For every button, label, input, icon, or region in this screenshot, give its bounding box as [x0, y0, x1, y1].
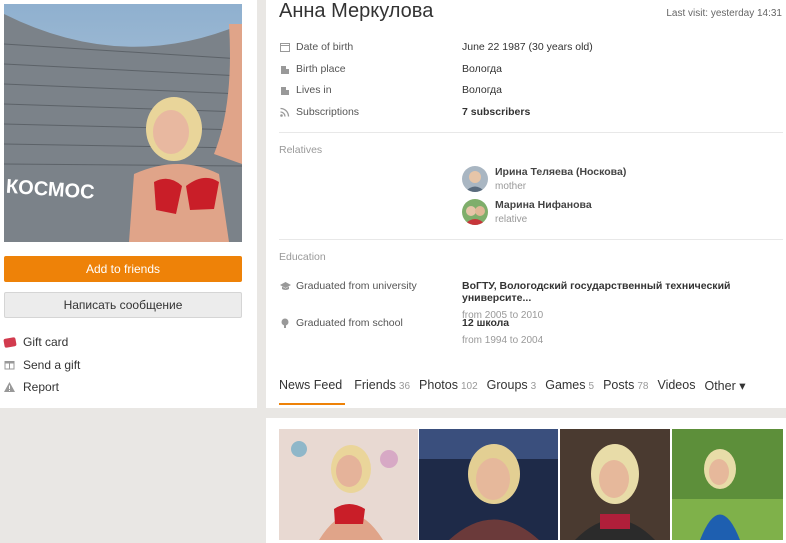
school-years: from 1994 to 2004: [462, 335, 544, 346]
tab-videos[interactable]: Videos: [657, 368, 695, 405]
photo-strip: [266, 418, 786, 543]
tab-news-feed[interactable]: News Feed: [279, 368, 346, 405]
divider: [279, 239, 783, 240]
relative-item[interactable]: Марина Нифанова relative: [462, 199, 592, 225]
subscriptions-label: Subscriptions: [280, 106, 359, 118]
profile-sidebar: КОСМОС Add to friends Написать сообщение…: [0, 0, 257, 408]
graduation-cap-icon: [280, 281, 296, 291]
warning-icon: [4, 382, 23, 393]
tab-games[interactable]: Games 5: [545, 368, 594, 405]
send-gift-link[interactable]: Send a gift: [4, 354, 80, 377]
building-icon: [280, 64, 296, 74]
relative-name[interactable]: Марина Нифанова: [495, 199, 592, 211]
avatar[interactable]: [462, 166, 488, 192]
calendar-icon: [280, 42, 296, 52]
school-entry: 12 школа from 1994 to 2004: [462, 317, 543, 346]
tab-other-dropdown[interactable]: Other ▾: [704, 368, 745, 405]
avatar[interactable]: [462, 199, 488, 225]
gift-box-icon: [4, 359, 23, 370]
date-of-birth-value: June 22 1987 (30 years old): [462, 41, 593, 53]
relative-name[interactable]: Ирина Теляева (Носкова): [495, 166, 626, 178]
subscribers-link[interactable]: 7 subscribers: [462, 106, 530, 118]
add-to-friends-button[interactable]: Add to friends: [4, 256, 242, 282]
profile-tabs: News Feed Friends 36 Photos 102 Groups 3 Ga…: [279, 368, 754, 405]
tab-friends[interactable]: Friends 36: [354, 368, 410, 405]
divider: [279, 132, 783, 133]
house-icon: [280, 85, 296, 95]
last-visit-text: Last visit: yesterday 14:31: [666, 8, 782, 19]
relatives-heading: Relatives: [279, 144, 323, 156]
gift-card-icon: [3, 336, 23, 348]
profile-name: Анна Меркулова: [279, 0, 434, 22]
university-label: Graduated from university: [280, 280, 417, 292]
relative-item[interactable]: Ирина Теляева (Носкова) mother: [462, 166, 626, 192]
lives-in-value[interactable]: Вологда: [462, 84, 502, 96]
profile-info-card: Анна Меркулова Last visit: yesterday 14:…: [266, 0, 786, 408]
date-of-birth-label: Date of birth: [280, 41, 353, 53]
photo-thumbnail[interactable]: [419, 429, 558, 540]
tab-posts[interactable]: Posts 78: [603, 368, 648, 405]
profile-photo-image: КОСМОС: [4, 4, 242, 242]
photo-thumbnail[interactable]: [672, 429, 783, 540]
relative-role: mother: [495, 181, 527, 192]
rss-icon: [280, 107, 296, 117]
send-gift-label: Send a gift: [23, 357, 81, 372]
school-icon: [280, 318, 296, 328]
lives-in-label: Lives in: [280, 84, 332, 96]
profile-photo[interactable]: КОСМОС: [4, 4, 242, 242]
report-label: Report: [23, 380, 60, 395]
profile-actions: Gift card Send a gift Report: [3, 331, 80, 399]
tab-groups[interactable]: Groups 3: [487, 368, 537, 405]
write-message-button[interactable]: Написать сообщение: [4, 292, 242, 318]
school-label: Graduated from school: [280, 317, 403, 329]
photo-thumbnail[interactable]: [279, 429, 418, 540]
education-heading: Education: [279, 251, 326, 263]
university-name[interactable]: ВоГТУ, Вологодский государственный техни…: [462, 280, 786, 304]
gift-card-link[interactable]: Gift card: [3, 331, 80, 354]
university-entry: ВоГТУ, Вологодский государственный техни…: [462, 280, 786, 321]
tab-photos[interactable]: Photos 102: [419, 368, 478, 405]
gift-card-label: Gift card: [23, 335, 69, 350]
relative-role: relative: [495, 214, 528, 225]
school-name[interactable]: 12 школа: [462, 317, 543, 329]
birth-place-label: Birth place: [280, 63, 346, 75]
photo-thumbnail[interactable]: [560, 429, 670, 540]
birth-place-value[interactable]: Вологда: [462, 63, 502, 75]
report-link[interactable]: Report: [4, 376, 80, 399]
